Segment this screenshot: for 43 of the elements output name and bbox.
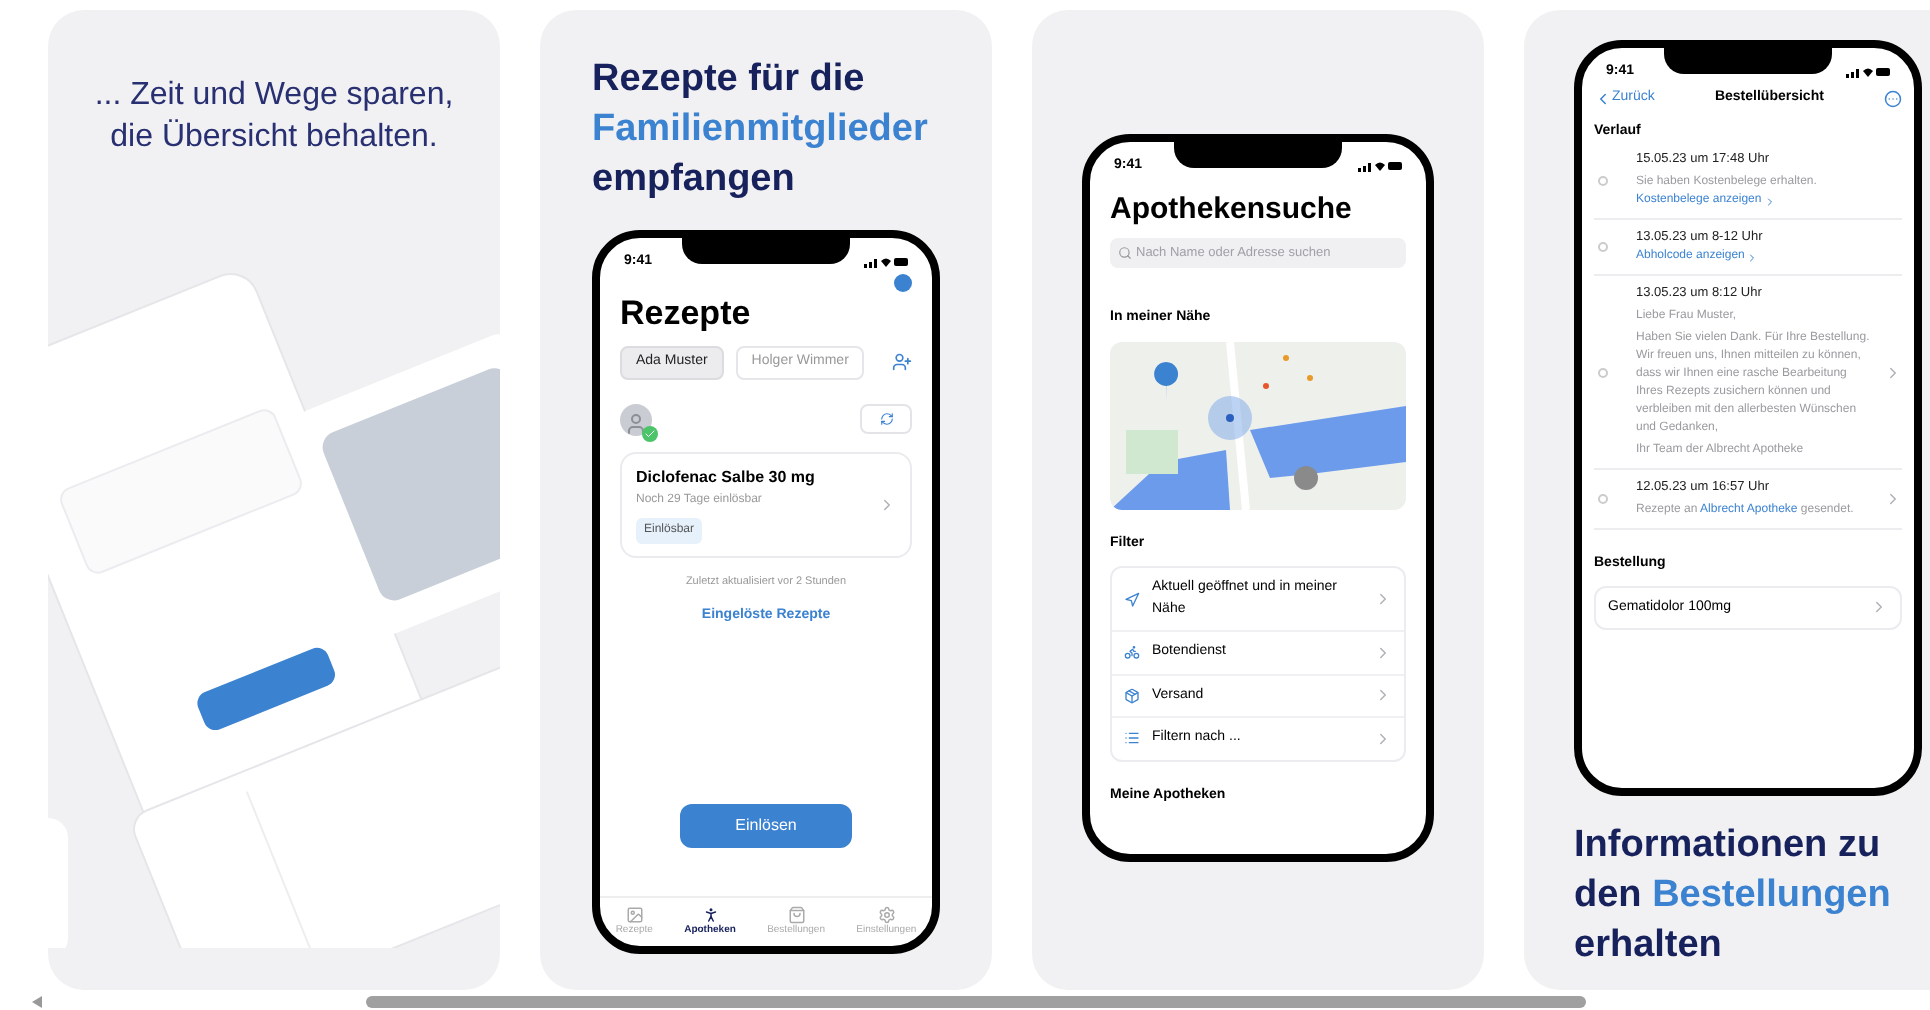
- refresh-icon: [879, 412, 893, 426]
- card-heading: ... Zeit und Wege sparen, die Übersicht behalten.: [94, 76, 454, 158]
- screenshot-card[interactable]: [1524, 10, 1930, 990]
- refresh-button[interactable]: [860, 404, 912, 434]
- prescription-name: Diclofenac Salbe 30 mg: [636, 465, 817, 489]
- chevron-icon: [1884, 490, 1902, 508]
- chevron-icon: [1746, 251, 1759, 263]
- box-icon: [1124, 687, 1140, 704]
- chevron-icon: [878, 495, 896, 513]
- chevron-icon: [1374, 643, 1392, 662]
- scrollbar-thumb[interactable]: [366, 995, 1586, 1007]
- map-drawing[interactable]: [1110, 341, 1406, 509]
- screenshot-card[interactable]: ... Zeit und Wege sparen, die Übersicht behalten.: [48, 10, 500, 990]
- chevron-icon: [1374, 590, 1392, 608]
- gear-icon: [877, 905, 896, 923]
- chevron-icon: [1870, 598, 1888, 617]
- redeem-button[interactable]: Einlösen: [680, 803, 852, 847]
- card-heading: Informationen zu den Bestellungen erhalten: [1574, 822, 1891, 970]
- bicycle-icon: [1124, 644, 1140, 661]
- more-icon[interactable]: [1884, 89, 1902, 108]
- location-arrow-icon: [1124, 591, 1140, 607]
- add-person-icon[interactable]: [892, 352, 912, 373]
- image-icon: [625, 905, 644, 923]
- check-icon: [644, 427, 656, 439]
- person-icon: [701, 905, 719, 923]
- back-chevron-icon: [1594, 89, 1612, 108]
- screen-title: Rezepte: [620, 292, 753, 336]
- status-icons: [1358, 160, 1402, 172]
- chevron-icon: [1374, 729, 1392, 748]
- status-icons: [864, 256, 908, 268]
- search-icon: [1118, 246, 1132, 260]
- profile-icon[interactable]: [894, 274, 912, 292]
- screenshot-card[interactable]: [540, 10, 992, 990]
- chevron-icon: [1884, 363, 1902, 381]
- card-heading: Rezepte für die Familienmitglieder empfangen: [592, 56, 928, 204]
- chevron-icon: [1374, 686, 1392, 705]
- scroll-left-icon[interactable]: [32, 995, 42, 1007]
- list-icon: [1124, 730, 1140, 747]
- bag-icon: [787, 905, 806, 923]
- person-silhouette-icon: [624, 411, 648, 435]
- status-icons: [1846, 66, 1890, 78]
- chevron-icon: [1763, 195, 1776, 207]
- screen-title: Apothekensuche: [1110, 190, 1354, 230]
